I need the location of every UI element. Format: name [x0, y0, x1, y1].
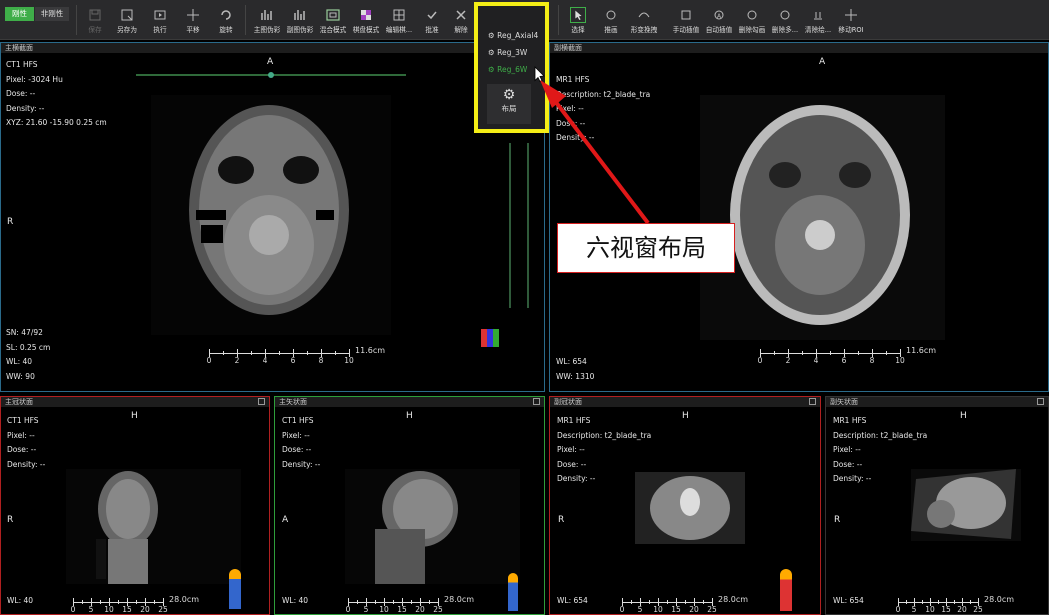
annotation-arrow	[540, 80, 650, 225]
annotation-callout: 六视窗布局	[557, 223, 735, 273]
